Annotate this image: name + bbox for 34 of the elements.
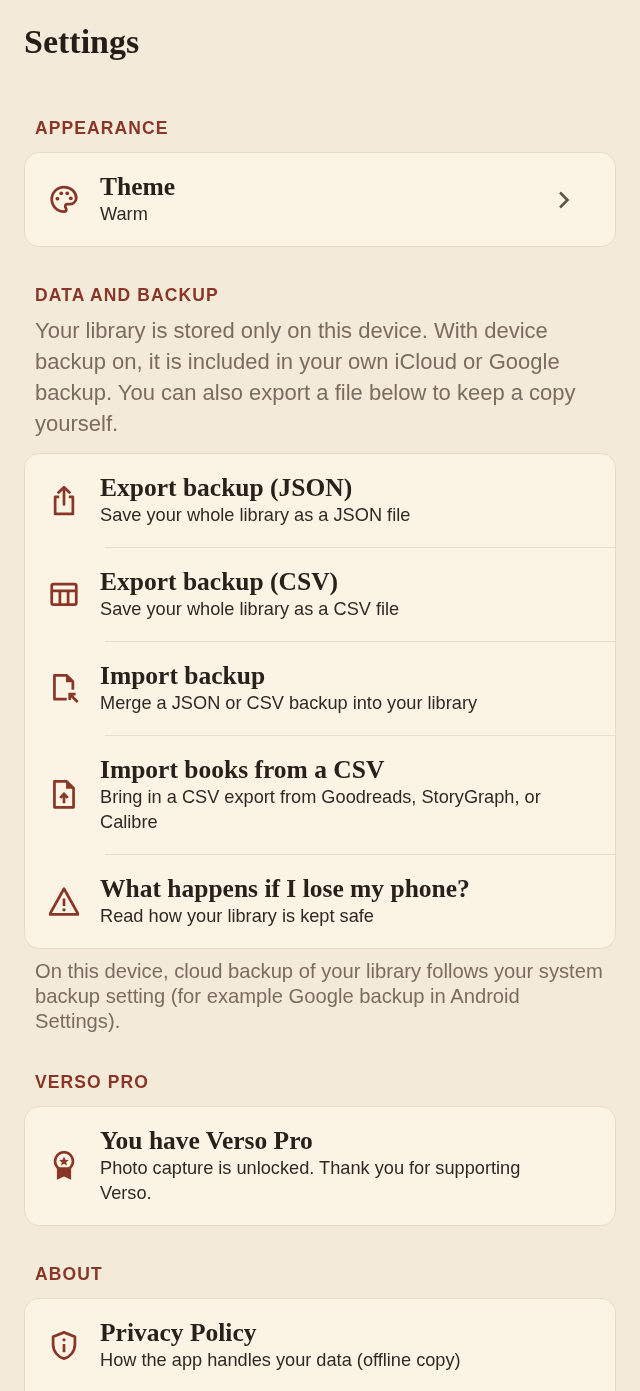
row-description: Bring in a CSV export from Goodreads, StoryGraph, or Calibre: [100, 786, 542, 834]
row-title: Import backup: [100, 661, 266, 691]
row-title: Import books from a CSV: [100, 755, 385, 785]
row-description: Warm: [100, 203, 148, 226]
shield-info-icon: [49, 1330, 79, 1361]
section-header: VERSO PRO: [35, 1071, 149, 1094]
row-description: Read how your library is kept safe: [100, 905, 374, 928]
section-header: APPEARANCE: [35, 117, 169, 140]
row-title: Export backup (JSON): [100, 473, 353, 503]
row-title: Privacy Policy: [100, 1318, 257, 1348]
settings-row[interactable]: Export backup (JSON) Save your whole library as a JSON file: [25, 454, 615, 547]
row-description: Save your whole library as a JSON file: [100, 504, 411, 527]
settings-row[interactable]: Privacy Policy How the app handles your data (offline copy): [25, 1299, 615, 1391]
section-header: DATA AND BACKUP: [35, 284, 219, 307]
settings-row[interactable]: Export backup (CSV) Save your whole library as a CSV file: [25, 548, 615, 641]
row-description: How the app handles your data (offline copy): [100, 1349, 461, 1372]
row-title: What happens if I lose my phone?: [100, 874, 470, 904]
row-description: Save your whole library as a CSV file: [100, 598, 400, 621]
section-note: On this device, cloud backup of your library follows your system backup setting (for example Google backup in Android Settings).: [35, 959, 604, 1034]
section-description: Your library is stored only on this device. With device backup on, it is included in your own iCloud or Google backup. You can also export a file below to keep a copy yourself.: [35, 317, 577, 438]
row-description: Photo capture is unlocked. Thank you for supporting Verso.: [100, 1157, 522, 1205]
settings-row[interactable]: You have Verso Pro Photo capture is unlocked. Thank you for supporting Verso.: [25, 1107, 615, 1225]
row-title: Export backup (CSV): [100, 567, 339, 597]
section-header: ABOUT: [35, 1263, 103, 1286]
row-title: You have Verso Pro: [100, 1126, 313, 1156]
row-description: Merge a JSON or CSV backup into your library: [100, 692, 478, 715]
settings-row[interactable]: Import books from a CSV Bring in a CSV export from Goodreads, StoryGraph, or Calibre: [25, 736, 615, 854]
settings-row[interactable]: Theme Warm: [25, 153, 615, 246]
palette-icon: [49, 184, 79, 215]
settings-row[interactable]: What happens if I lose my phone? Read how your library is kept safe: [25, 855, 615, 948]
settings-row[interactable]: Import backup Merge a JSON or CSV backup into your library: [25, 642, 615, 735]
row-title: Theme: [100, 172, 176, 202]
warning-icon: [49, 886, 79, 917]
page-title: Settings: [24, 22, 140, 62]
